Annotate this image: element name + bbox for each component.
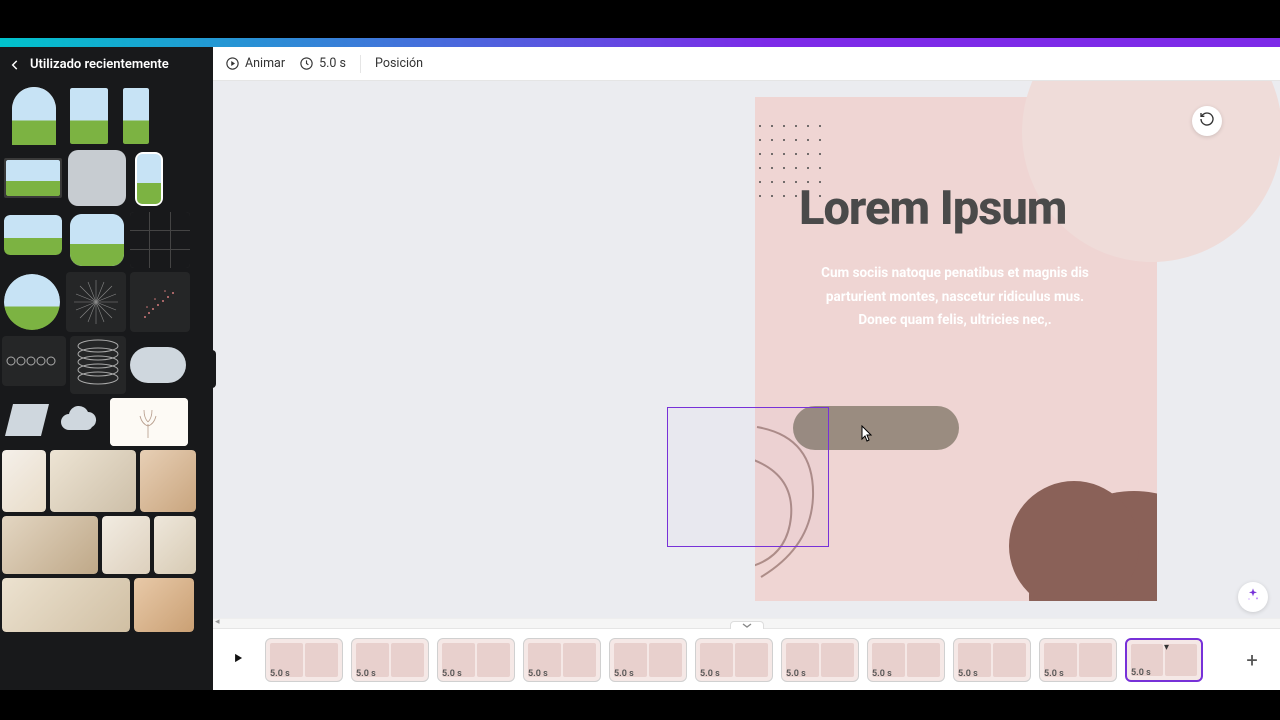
slide-duration: 5.0 s [528,669,548,679]
slide-duration: 5.0 s [356,669,376,679]
slide-thumb[interactable]: 5.0 s [695,638,773,682]
selection-marquee [667,407,829,547]
slide-thumb[interactable]: 5.0 s [609,638,687,682]
slide-duration: 5.0 s [872,669,892,679]
element-circle-frame[interactable] [2,272,62,332]
refresh-button[interactable] [1192,106,1222,136]
window-letterbox-bottom [0,690,1280,720]
element-tall-frame[interactable] [116,86,156,146]
slide-duration: 5.0 s [1044,669,1064,679]
slide-duration: 5.0 s [270,669,290,679]
sidebar-header[interactable]: Utilizado recientemente [0,47,213,84]
elements-grid [0,84,213,690]
slide-duration: 5.0 s [442,669,462,679]
slide-duration: 5.0 s [958,669,978,679]
magic-assist-button[interactable] [1238,582,1268,612]
slide-thumb[interactable]: 5.0 s [265,638,343,682]
element-dome-frame[interactable] [6,86,62,146]
toolbar-separator [360,55,361,73]
element-photo-3[interactable] [140,450,196,512]
add-slide-button[interactable]: + [1234,642,1270,678]
slides-container: 5.0 s 5.0 s 5.0 s 5.0 s 5.0 s 5.0 s 5.0 … [265,638,1226,682]
slide-thumb[interactable]: 5.0 s [1039,638,1117,682]
slide-thumb[interactable]: 5.0 s [351,638,429,682]
animate-label: Animar [245,56,285,71]
element-photo-2[interactable] [50,450,136,512]
canvas-area[interactable]: Lorem Ipsum Cum sociis natoque penatibus… [213,81,1280,618]
element-photo-7[interactable] [2,578,130,632]
timeline-strip: 5.0 s 5.0 s 5.0 s 5.0 s 5.0 s 5.0 s 5.0 … [213,628,1280,690]
element-pill-shape[interactable] [130,347,186,383]
sidebar-collapse-handle[interactable] [213,350,216,388]
sidebar-title: Utilizado recientemente [30,57,169,72]
element-photo-4[interactable] [2,516,98,574]
playhead-marker-icon[interactable]: ▾ [1164,642,1169,653]
duration-button[interactable]: 5.0 s [299,56,346,71]
element-landscape-card[interactable] [2,212,64,258]
position-button[interactable]: Posición [375,56,423,71]
app-shell: Utilizado recientemente [0,47,1280,690]
slide-thumb[interactable]: 5.0 s [953,638,1031,682]
slide-thumb[interactable]: 5.0 s [867,638,945,682]
element-phone-frame[interactable] [130,150,168,208]
element-portrait-frame[interactable] [66,86,112,146]
element-rounded-square[interactable] [68,150,126,206]
slide-duration: 5.0 s [700,669,720,679]
animate-button[interactable]: Animar [225,56,285,71]
sparkle-icon [1245,587,1261,607]
element-photo-5[interactable] [102,516,150,574]
canvas-body-text[interactable]: Cum sociis natoque penatibus et magnis d… [811,262,1099,333]
slide-duration: 5.0 s [614,669,634,679]
element-cloud-shape[interactable] [56,398,106,442]
main-area: Animar 5.0 s Posición [213,47,1280,690]
element-rounded-landscape[interactable] [68,212,126,268]
element-starburst-icon[interactable] [66,272,126,332]
app-title-bar-gradient [0,38,1280,47]
play-icon [231,650,245,669]
slide-duration: 5.0 s [1131,668,1151,678]
slide-thumb[interactable]: ▾ 5.0 s [1125,638,1203,682]
window-letterbox-top [0,0,1280,38]
elements-sidebar: Utilizado recientemente [0,47,213,690]
position-label: Posición [375,56,423,71]
element-monitor-frame[interactable] [2,150,64,206]
timeline-collapse-handle[interactable] [730,621,764,629]
animate-icon [225,56,240,71]
play-button[interactable] [223,645,253,675]
context-toolbar: Animar 5.0 s Posición [213,47,1280,81]
slide-duration: 5.0 s [786,669,806,679]
clock-icon [299,56,314,71]
duration-label: 5.0 s [319,56,346,71]
refresh-icon [1199,111,1215,131]
back-arrow-icon[interactable] [8,58,22,72]
element-grid-icon[interactable] [130,212,190,268]
decorative-blob [999,446,1157,601]
element-coil-icon[interactable] [70,336,126,394]
slide-thumb[interactable]: 5.0 s [781,638,859,682]
element-photo-flower[interactable] [110,398,188,446]
element-parallelogram[interactable] [2,398,52,442]
canvas-title-text[interactable]: Lorem Ipsum [799,181,1066,236]
slide-thumb[interactable]: 5.0 s [437,638,515,682]
element-photo-8[interactable] [134,578,194,632]
slide-thumb[interactable]: 5.0 s [523,638,601,682]
mouse-cursor-icon [861,425,875,447]
plus-icon: + [1246,648,1257,672]
element-photo-1[interactable] [2,450,46,512]
element-photo-6[interactable] [154,516,196,574]
element-dot-swirl-icon[interactable] [130,272,190,332]
element-chain-divider-icon[interactable] [2,336,66,386]
